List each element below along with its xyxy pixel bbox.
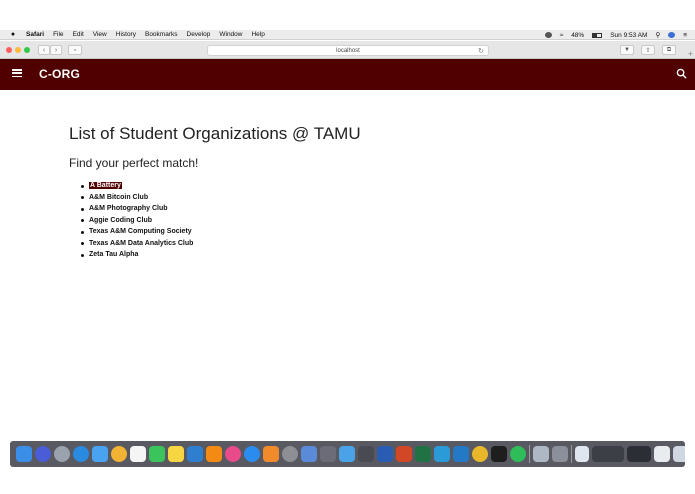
visual-studio-icon[interactable] xyxy=(339,446,355,462)
menu-history[interactable]: History xyxy=(116,31,136,38)
battery-icon[interactable] xyxy=(592,32,603,38)
window-thumbnail-4[interactable] xyxy=(654,446,670,462)
download-icon[interactable]: ▼ xyxy=(620,45,634,55)
apple-icon[interactable]: ● xyxy=(10,31,16,38)
sidebar-toggle-button[interactable]: ▫ xyxy=(68,45,82,55)
launchpad-icon[interactable] xyxy=(54,446,70,462)
browser-toolbar: ‹ › ▫ localhost ↻ ▼ ⇧ ⧉ + xyxy=(0,41,695,59)
battery-percent: 48% xyxy=(571,31,585,39)
close-window-button[interactable] xyxy=(6,47,12,53)
menu-bookmarks[interactable]: Bookmarks xyxy=(145,31,178,38)
wifi-icon[interactable]: ≈ xyxy=(560,32,564,39)
address-text: localhost xyxy=(336,47,360,54)
window-thumbnail-2[interactable] xyxy=(592,446,624,462)
chrome-icon[interactable] xyxy=(472,446,488,462)
menu-status-area: ≈ 48% Sun 9:53 AM ⚲ ≡ xyxy=(544,30,687,40)
menu-bar: ● Safari File Edit View History Bookmark… xyxy=(0,30,695,40)
app-header: C-ORG xyxy=(0,59,695,90)
calendar-icon[interactable] xyxy=(130,446,146,462)
org-item-computing-society[interactable]: Texas A&M Computing Society xyxy=(81,226,361,238)
dock-separator xyxy=(529,445,530,463)
back-button[interactable]: ‹ xyxy=(38,45,50,55)
word-icon[interactable] xyxy=(377,446,393,462)
safari-icon[interactable] xyxy=(73,446,89,462)
menu-app-name[interactable]: Safari xyxy=(26,31,44,38)
powerpoint-icon[interactable] xyxy=(396,446,412,462)
spotify-icon[interactable] xyxy=(510,446,526,462)
menu-develop[interactable]: Develop xyxy=(187,31,211,38)
app-store-icon[interactable] xyxy=(244,446,260,462)
xcode-icon[interactable] xyxy=(301,446,317,462)
org-item-photography-club[interactable]: A&M Photography Club xyxy=(81,203,361,215)
utility-icon[interactable] xyxy=(552,446,568,462)
mail-icon[interactable] xyxy=(92,446,108,462)
zoom-window-button[interactable] xyxy=(24,47,30,53)
clock[interactable]: Sun 9:53 AM xyxy=(610,32,647,39)
forward-button[interactable]: › xyxy=(50,45,62,55)
menu-icon[interactable] xyxy=(12,69,22,77)
notes-icon[interactable] xyxy=(168,446,184,462)
vscode-icon[interactable] xyxy=(453,446,469,462)
excel-icon[interactable] xyxy=(415,446,431,462)
terminal-icon[interactable] xyxy=(491,446,507,462)
reload-icon[interactable]: ↻ xyxy=(478,47,484,55)
books-icon[interactable] xyxy=(263,446,279,462)
menu-view[interactable]: View xyxy=(93,31,107,38)
system-preferences-icon[interactable] xyxy=(282,446,298,462)
spotlight-icon[interactable]: ⚲ xyxy=(655,31,660,39)
help-icon[interactable] xyxy=(320,446,336,462)
minimize-window-button[interactable] xyxy=(15,47,21,53)
dock-separator-2 xyxy=(571,445,572,463)
menu-help[interactable]: Help xyxy=(251,31,264,38)
org-item-data-analytics-club[interactable]: Texas A&M Data Analytics Club xyxy=(81,238,361,250)
keynote-icon[interactable] xyxy=(187,446,203,462)
siri-app-icon[interactable] xyxy=(35,446,51,462)
new-tab-icon[interactable]: + xyxy=(688,49,693,59)
org-item-coding-club[interactable]: Aggie Coding Club xyxy=(81,215,361,227)
screen: ● Safari File Edit View History Bookmark… xyxy=(0,30,695,462)
messages-icon[interactable] xyxy=(149,446,165,462)
preview-icon[interactable] xyxy=(533,446,549,462)
dock xyxy=(10,441,685,467)
page-title: List of Student Organizations @ TAMU xyxy=(69,124,361,143)
menu-edit[interactable]: Edit xyxy=(73,31,84,38)
page-subtitle: Find your perfect match! xyxy=(69,156,199,170)
notification-center-icon[interactable]: ≡ xyxy=(683,32,687,39)
window-controls xyxy=(6,47,30,53)
menu-file[interactable]: File xyxy=(53,31,63,38)
status-app-icon[interactable] xyxy=(544,32,552,38)
menu-window[interactable]: Window xyxy=(219,31,242,38)
sublime-icon[interactable] xyxy=(358,446,374,462)
org-item-zeta-tau-alpha[interactable]: Zeta Tau Alpha xyxy=(81,249,361,261)
vlc-icon[interactable] xyxy=(206,446,222,462)
address-bar[interactable]: localhost ↻ xyxy=(207,45,489,56)
sync-icon[interactable] xyxy=(434,446,450,462)
tabs-overview-icon[interactable]: ⧉ xyxy=(662,45,676,55)
main-content: List of Student Organizations @ TAMU Fin… xyxy=(69,124,361,261)
photos-icon[interactable] xyxy=(111,446,127,462)
finder-icon[interactable] xyxy=(16,446,32,462)
organization-list: A Battery A&M Bitcoin Club A&M Photograp… xyxy=(81,180,361,261)
window-thumbnail-1[interactable] xyxy=(575,446,589,462)
search-icon[interactable] xyxy=(676,68,687,79)
brand-title[interactable]: C-ORG xyxy=(39,67,80,81)
window-thumbnail-3[interactable] xyxy=(627,446,651,462)
siri-icon[interactable] xyxy=(668,32,676,38)
itunes-icon[interactable] xyxy=(225,446,241,462)
org-item-bitcoin-club[interactable]: A&M Bitcoin Club xyxy=(81,192,361,204)
org-item-a-battery[interactable]: A Battery xyxy=(81,180,361,192)
share-icon[interactable]: ⇧ xyxy=(641,45,655,55)
window-thumbnail-5[interactable] xyxy=(673,446,685,462)
